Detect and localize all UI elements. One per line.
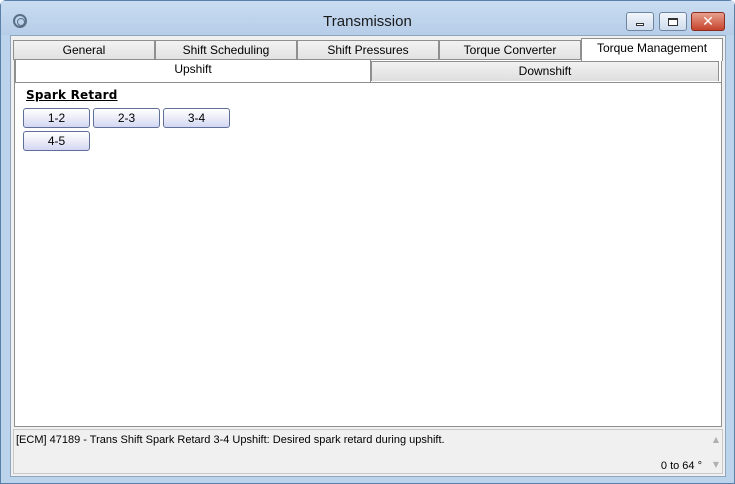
parameter-range: 0 to 64 ° <box>660 460 702 472</box>
title-bar[interactable]: Transmission ✕ <box>1 1 734 35</box>
torque-management-panel: Upshift Downshift Spark Retard 1-2 2-3 3… <box>14 59 722 427</box>
tab-shift-pressures[interactable]: Shift Pressures <box>297 40 439 60</box>
minimize-button[interactable] <box>626 12 654 31</box>
tab-downshift[interactable]: Downshift <box>371 61 719 81</box>
arrow-down-icon[interactable]: ▼ <box>713 460 719 469</box>
parameter-description: [ECM] 47189 - Trans Shift Spark Retard 3… <box>16 434 445 446</box>
main-tab-strip: General Shift Scheduling Shift Pressures… <box>13 38 725 61</box>
arrow-up-icon[interactable]: ▲ <box>713 435 719 444</box>
minimize-icon <box>636 22 644 26</box>
close-button[interactable]: ✕ <box>691 12 725 31</box>
shift-4-5-button[interactable]: 4-5 <box>23 131 90 151</box>
shift-2-3-button[interactable]: 2-3 <box>93 108 160 128</box>
maximize-button[interactable] <box>659 12 687 31</box>
shift-1-2-button[interactable]: 1-2 <box>23 108 90 128</box>
upshift-panel: Spark Retard 1-2 2-3 3-4 4-5 <box>15 82 721 426</box>
shift-3-4-button[interactable]: 3-4 <box>163 108 230 128</box>
window-title: Transmission <box>323 13 412 30</box>
maximize-icon <box>668 17 678 26</box>
client-area: General Shift Scheduling Shift Pressures… <box>10 35 726 477</box>
spark-retard-heading: Spark Retard <box>26 88 118 102</box>
tab-upshift[interactable]: Upshift <box>15 59 371 82</box>
transmission-window: Transmission ✕ General Shift Scheduling … <box>0 0 735 484</box>
tab-torque-management[interactable]: Torque Management <box>581 38 723 61</box>
description-box[interactable]: [ECM] 47189 - Trans Shift Spark Retard 3… <box>13 429 723 474</box>
tab-shift-scheduling[interactable]: Shift Scheduling <box>155 40 297 60</box>
tab-general[interactable]: General <box>13 40 155 60</box>
tab-torque-converter[interactable]: Torque Converter <box>439 40 581 60</box>
close-icon: ✕ <box>702 13 714 30</box>
